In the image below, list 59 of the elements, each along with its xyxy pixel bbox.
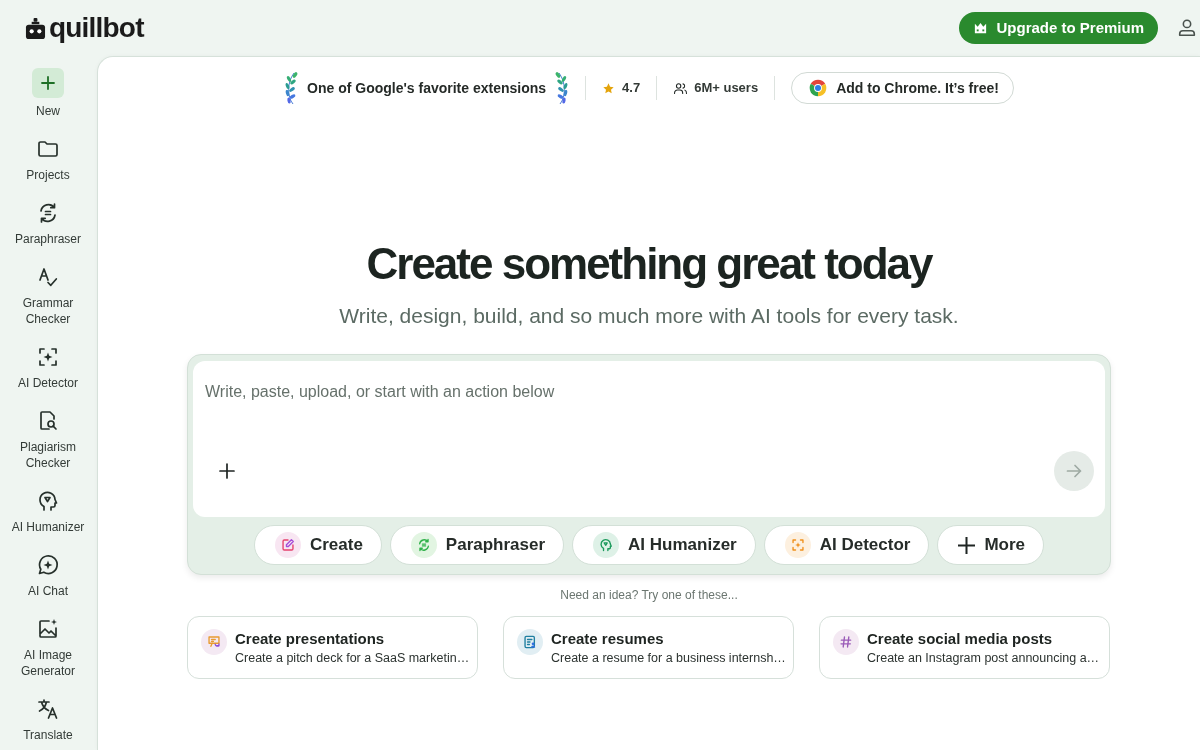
translate-icon <box>36 697 60 721</box>
sidebar-item[interactable]: Translate <box>8 697 88 743</box>
sidebar-item[interactable]: AI Image Generator <box>8 617 88 679</box>
prompt-field[interactable]: Write, paste, upload, or start with an action below <box>205 376 1094 451</box>
badge-text: One of Google's favorite extensions <box>307 78 547 98</box>
action-chip[interactable]: AI Humanizer <box>572 525 756 565</box>
hashtag-icon <box>833 629 859 655</box>
new-button[interactable]: New <box>8 68 88 119</box>
sparkle-frame-icon <box>784 532 811 558</box>
idea-title: Create social media posts <box>867 629 1054 649</box>
action-chip[interactable]: AI Detector <box>763 525 930 565</box>
idea-title: Create resumes <box>551 629 665 649</box>
chat-sparkle-icon <box>36 553 60 577</box>
idea-title: Create presentations <box>235 629 386 649</box>
action-chip[interactable]: Create <box>253 525 382 565</box>
logo-text[interactable]: quillbot <box>49 14 144 42</box>
star-icon <box>602 81 616 95</box>
letter-check-icon <box>36 265 60 289</box>
idea-description: Create a resume for a business internsh… <box>551 650 783 667</box>
head-icon <box>36 489 60 513</box>
idea-card[interactable]: Create resumes Create a resume for a business internsh… <box>503 616 794 679</box>
sidebar-item[interactable]: Paraphraser <box>8 201 88 247</box>
laurel-icon <box>553 71 570 105</box>
plus-icon <box>217 461 237 481</box>
idea-description: Create a pitch deck for a SaaS marketin… <box>235 650 467 667</box>
idea-card[interactable]: Create social media posts Create an Instagram post announcing a… <box>819 616 1110 679</box>
presentation-icon <box>201 629 227 655</box>
sidebar-item[interactable]: Grammar Checker <box>8 265 88 327</box>
image-sparkle-icon <box>36 617 60 641</box>
users-count-text: 6M+ users <box>694 79 759 98</box>
plus-icon <box>32 68 64 98</box>
rating-text: 4.7 <box>622 79 641 98</box>
page-heading: Create something great today <box>366 238 932 290</box>
sparkle-frame-icon <box>36 345 60 369</box>
sidebar-item[interactable]: AI Humanizer <box>8 489 88 535</box>
add-to-chrome-button[interactable]: Add to Chrome. It’s free! <box>791 72 1014 104</box>
idea-description: Create an Instagram post announcing a… <box>867 650 1099 667</box>
rotating-arrows-icon <box>410 532 437 558</box>
hint-text: Need an idea? Try one of these... <box>560 587 738 604</box>
idea-card[interactable]: Create presentations Create a pitch deck for a SaaS marketin… <box>187 616 478 679</box>
prompt-box[interactable]: Write, paste, upload, or start with an action below <box>193 361 1105 517</box>
crown-icon <box>973 20 989 36</box>
upgrade-button[interactable]: Upgrade to Premium <box>959 12 1158 44</box>
robot-logo-icon <box>25 16 46 40</box>
document-icon <box>517 629 543 655</box>
users-icon <box>673 80 689 96</box>
chrome-logo-icon <box>808 78 829 98</box>
plus-icon <box>958 536 976 554</box>
sidebar-item[interactable]: AI Detector <box>8 345 88 391</box>
sidebar-item[interactable]: Projects <box>8 137 88 183</box>
head-icon <box>593 532 620 558</box>
attach-button[interactable] <box>217 461 237 481</box>
page-subtitle: Write, design, build, and so much more with AI tools for every task. <box>339 303 959 329</box>
sidebar-item[interactable]: AI Chat <box>8 553 88 599</box>
action-chip[interactable]: More <box>937 525 1045 565</box>
sidebar-item[interactable]: Plagiarism Checker <box>8 409 88 471</box>
account-icon[interactable] <box>1176 17 1198 39</box>
action-chip[interactable]: Paraphraser <box>389 525 565 565</box>
edit-icon <box>274 532 301 558</box>
